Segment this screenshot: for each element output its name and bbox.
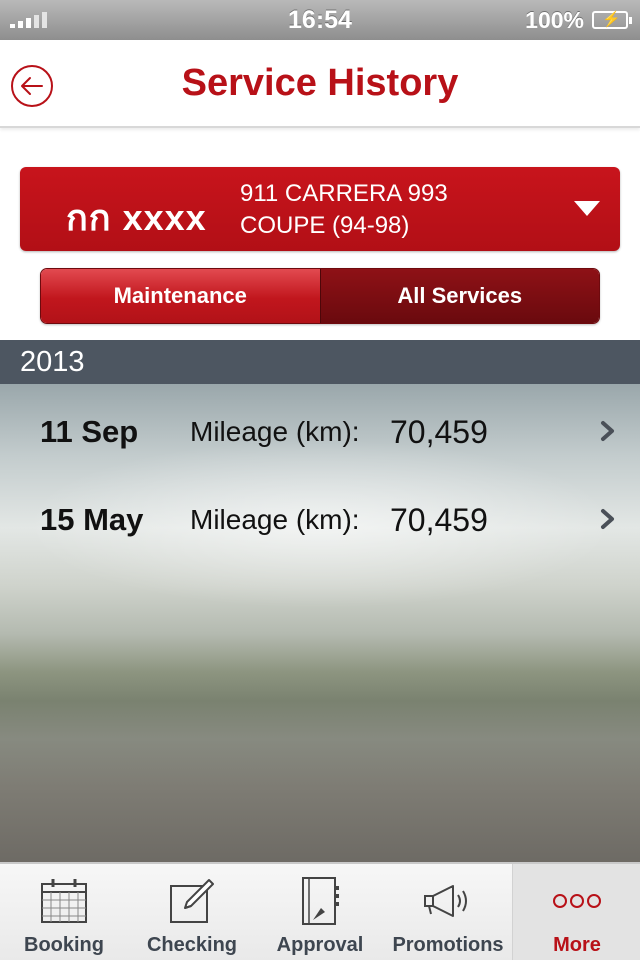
chevron-right-icon — [601, 509, 614, 529]
edit-icon — [170, 879, 214, 923]
chevron-right-icon — [601, 421, 614, 441]
dropdown-arrow-icon — [574, 201, 600, 216]
calendar-icon — [41, 879, 87, 923]
vehicle-selector[interactable]: กก xxxx 911 CARRERA 993 COUPE (94-98) — [20, 167, 620, 251]
more-icon — [553, 894, 601, 908]
service-list: 11 Sep Mileage (km): 70,459 15 May Milea… — [0, 384, 640, 864]
tab-more[interactable]: More — [512, 864, 640, 960]
tab-label: Checking — [146, 934, 238, 956]
tab-label: Booking — [24, 934, 104, 956]
tab-bar: Booking Checking Approval Promotions Mor… — [0, 862, 640, 960]
service-type-segmented-control: Maintenance All Services — [40, 268, 600, 324]
megaphone-icon — [424, 885, 467, 917]
mileage-label: Mileage (km): — [190, 416, 360, 447]
nav-bar: Service History — [0, 40, 640, 128]
battery-icon: ⚡ — [592, 11, 632, 29]
service-row[interactable]: 15 May Mileage (km): 70,459 — [0, 474, 640, 562]
status-bar: 16:54 100% ⚡ — [0, 0, 640, 40]
service-date: 11 Sep — [40, 414, 139, 449]
segment-maintenance[interactable]: Maintenance — [41, 269, 320, 323]
segment-all-services[interactable]: All Services — [319, 269, 599, 323]
tab-label: Promotions — [392, 934, 504, 956]
tab-approval[interactable]: Approval — [256, 864, 384, 960]
service-date: 15 May — [40, 502, 144, 537]
year-section-header: 2013 — [0, 340, 640, 384]
battery-percentage: 100% — [525, 7, 584, 33]
mileage-value: 70,459 — [390, 502, 488, 538]
service-row[interactable]: 11 Sep Mileage (km): 70,459 — [0, 386, 640, 474]
vehicle-model-line2: COUPE (94-98) — [240, 212, 410, 239]
tab-checking[interactable]: Checking — [128, 864, 256, 960]
tab-promotions[interactable]: Promotions — [384, 864, 512, 960]
page-title: Service History — [181, 62, 459, 104]
tab-label: Approval — [276, 934, 364, 956]
tab-booking[interactable]: Booking — [0, 864, 128, 960]
tab-label: More — [553, 934, 601, 956]
mileage-label: Mileage (km): — [190, 504, 360, 535]
mileage-value: 70,459 — [390, 414, 488, 450]
license-plate: กก xxxx — [66, 197, 207, 238]
vehicle-model-line1: 911 CARRERA 993 — [240, 180, 448, 207]
document-icon — [302, 877, 339, 925]
